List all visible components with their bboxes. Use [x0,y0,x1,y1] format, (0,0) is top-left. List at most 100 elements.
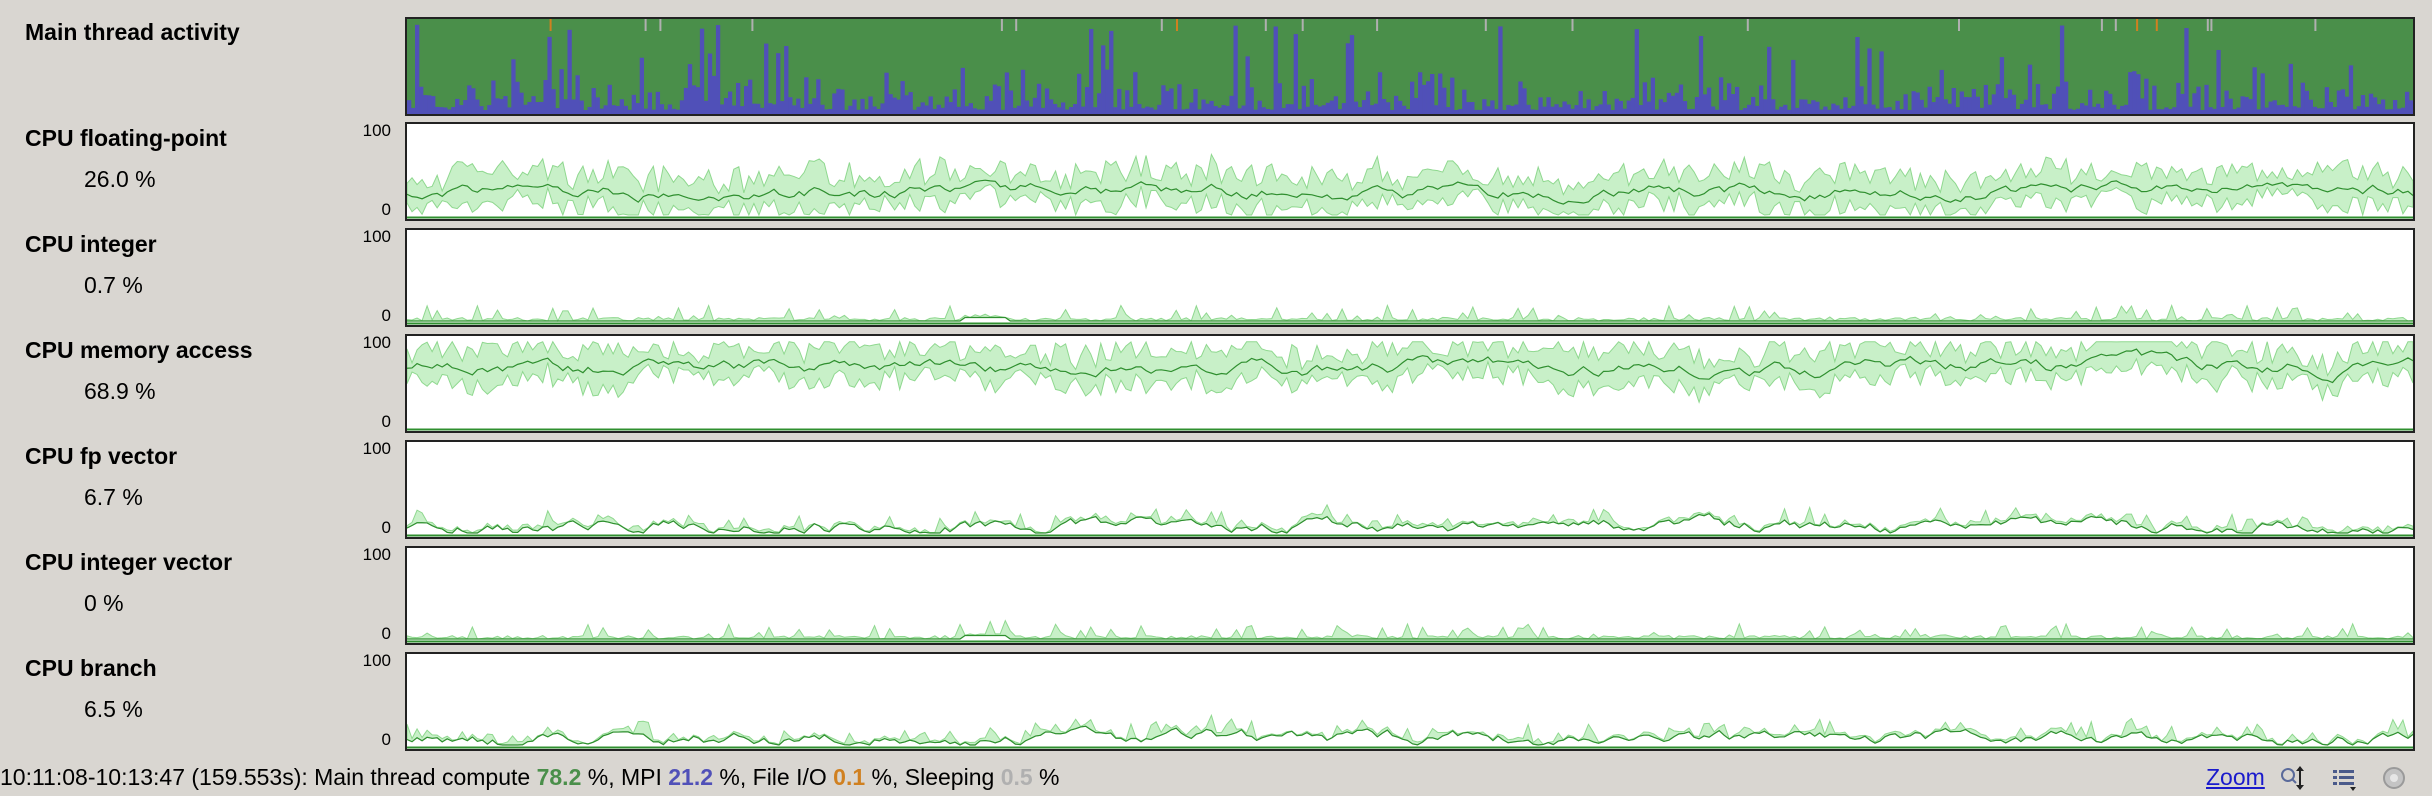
mpi-bar [2055,86,2061,114]
mpi-bar [607,84,612,114]
mpi-bar [880,103,885,114]
mpi-bar [451,107,456,114]
mpi-bar [2144,78,2149,114]
mpi-bar [1197,109,1202,114]
mpi-bar [443,107,448,114]
fileio-tick [1176,19,1178,31]
mpi-bar [627,109,632,114]
mpi-bar [916,106,921,114]
mpi-bar [1851,105,1856,114]
mpi-bar [1040,107,1046,114]
mpi-bar [623,105,628,114]
mpi-bar [719,104,725,114]
mpi-bar [2276,105,2281,114]
mpi-bar [611,105,616,114]
mpi-bar [1101,45,1106,114]
tick-max-fpvec: 100 [362,439,391,458]
zoom-link[interactable]: Zoom [2206,762,2265,792]
mpi-bar [2120,105,2125,114]
mpi-bar [1566,104,1571,114]
mpi-bar [1546,97,1551,114]
mpi-bar [792,105,797,114]
mpi-bar [691,85,697,114]
mpi-bar [1068,107,1074,114]
mpi-bar [2100,107,2105,114]
mpi-bar [1983,84,1989,114]
sleeping-tick [2210,19,2213,31]
mpi-bar [1269,109,1274,114]
mpi-bar [2084,105,2089,114]
fpvec-graph-svg [407,503,2413,537]
mpi-bar [1213,106,1218,114]
mpi-bar [411,107,416,114]
mpi-bar [2312,106,2318,114]
mpi-bar [1879,51,1884,114]
mpi-bar [1478,109,1483,114]
mpi-bar [1558,107,1563,114]
mpi-bar [1153,109,1158,114]
mpi-bar [431,96,436,114]
list-options-icon[interactable] [2330,764,2358,792]
mpi-bar [675,109,681,114]
mpi-bar [2192,93,2197,114]
mpi-bar [2296,107,2301,114]
mpi-bar [1759,85,1764,114]
mpi-bar [884,72,889,114]
mpi-bar [1518,81,1523,114]
cpu-floating-point-chart[interactable] [405,122,2415,221]
mpi-bar [1638,105,1643,114]
row-value-fpvec: 6.7 % [84,484,143,510]
tick-min-fpvec: 0 [381,518,391,537]
mpi-bar [1253,109,1258,114]
reset-icon[interactable] [2380,764,2408,792]
mpi-bar [2063,81,2069,114]
mpi-bar [1410,81,1415,114]
cpu-branch-chart[interactable] [405,652,2415,751]
cpu-integer-chart[interactable] [405,228,2415,327]
mpi-bar [715,25,721,114]
tick-min-intvec: 0 [381,624,391,643]
mpi-bar [655,91,661,114]
mpi-bar [1971,88,1976,114]
mpi-bar [2071,109,2077,114]
mpi-bar [972,108,977,114]
mpi-bar [2364,106,2370,114]
mpi-bar [1109,30,1114,114]
mpi-bar [2035,84,2041,114]
mpi-bar [1586,99,1591,114]
cpu-integer-vector-chart[interactable] [405,546,2415,645]
mpi-bar [960,67,965,114]
mpi-bar [2332,107,2338,114]
mpi-bar [1751,96,1756,114]
zoom-vertical-icon[interactable] [2278,764,2306,792]
mpi-bar [892,97,897,114]
cpu-fp-vector-chart[interactable] [405,440,2415,539]
mpi-bar [1117,88,1122,114]
status-mpi-pct: 21.2 [668,764,714,790]
mpi-bar [1072,104,1078,114]
mpi-bar [1714,109,1720,114]
mpi-bar [1221,105,1226,114]
status-mpi-text: %, MPI [581,764,669,790]
tick-min-fp: 0 [381,200,391,219]
mpi-bar [2336,90,2342,114]
mpi-bar [499,99,504,114]
mpi-bar [527,101,532,114]
mpi-bar [1795,107,1800,114]
row-label-branch: CPU branch [25,655,157,681]
tick-max-mem: 100 [362,333,391,352]
mpi-bar [1590,110,1595,114]
mpi-bar [1550,106,1555,114]
mpi-bar [1008,90,1014,114]
main-thread-activity-chart[interactable] [405,17,2415,116]
cpu-memory-access-chart[interactable] [405,334,2415,433]
mpi-bar [1582,108,1587,114]
mpi-bar [840,89,845,114]
mpi-bar [1634,29,1639,114]
mpi-bar [1442,87,1447,114]
mpi-bar [595,97,600,114]
row-value-int: 0.7 % [84,272,143,298]
mpi-bar [1967,97,1972,114]
mpi-bar [764,43,769,114]
mpi-bar [988,100,994,114]
